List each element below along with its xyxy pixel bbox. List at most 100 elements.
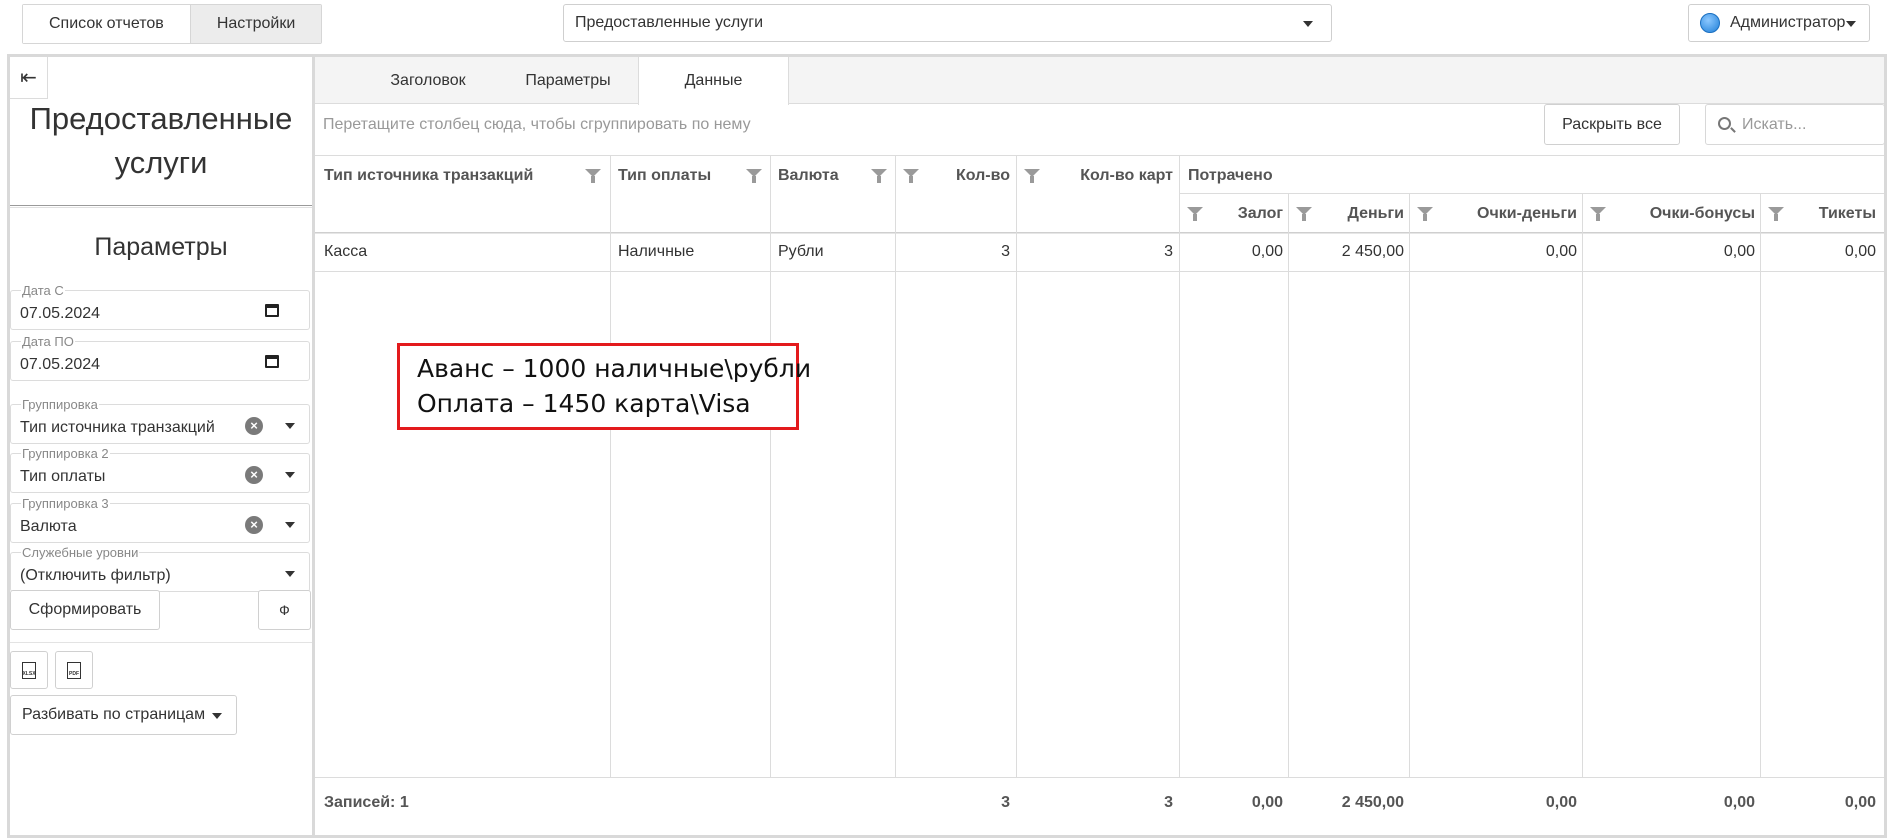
collapse-sidebar-button[interactable]: ⇤ — [10, 57, 48, 99]
xlsx-file-icon: XLSX — [22, 661, 36, 679]
column-header-points-bonus[interactable]: Очки-бонусы — [1650, 205, 1755, 223]
chevron-down-icon[interactable] — [285, 423, 295, 429]
clear-icon[interactable]: × — [245, 466, 263, 484]
column-header-card-count[interactable]: Кол-во карт — [1080, 167, 1173, 185]
clear-icon[interactable]: × — [245, 417, 263, 435]
column-header-points-money[interactable]: Очки-деньги — [1477, 205, 1577, 223]
annotation-box: Аванс – 1000 наличные\рубли Оплата – 145… — [397, 343, 811, 430]
settings-button[interactable]: Настройки — [189, 5, 322, 43]
paging-dropdown[interactable]: Разбивать по страницам — [10, 695, 237, 735]
user-avatar-icon — [1700, 13, 1720, 33]
calendar-icon[interactable] — [265, 355, 279, 368]
service-levels-label: Служебные уровни — [21, 545, 140, 560]
pdf-file-icon: PDF — [67, 661, 81, 679]
filter-icon[interactable] — [1768, 207, 1784, 221]
date-from-label: Дата С — [21, 283, 65, 298]
total-tickets: 0,00 — [1844, 794, 1876, 811]
tab-parameters[interactable]: Параметры — [498, 57, 638, 104]
tab-bar: Заголовок Параметры Данные — [315, 57, 1884, 105]
column-header-spent[interactable]: Потрачено — [1188, 167, 1273, 185]
date-from-field[interactable]: Дата С 07.05.2024 — [10, 284, 310, 330]
clear-icon[interactable]: × — [245, 516, 263, 534]
chevron-down-icon[interactable] — [285, 571, 295, 577]
grid-line — [610, 155, 611, 777]
report-list-button[interactable]: Список отчетов — [23, 5, 190, 43]
grouping2-label: Группировка 2 — [21, 446, 110, 461]
grid-line — [770, 155, 771, 777]
column-header-deposit[interactable]: Залог — [1238, 205, 1283, 223]
grid-line — [1409, 193, 1410, 777]
grid-line — [1179, 155, 1180, 777]
user-menu-button[interactable]: Администратор — [1688, 4, 1870, 42]
filter-icon[interactable] — [903, 169, 919, 183]
cell-card-count: 3 — [1164, 243, 1173, 260]
column-header-tickets[interactable]: Тикеты — [1819, 205, 1876, 223]
filter-icon[interactable] — [1417, 207, 1433, 221]
collapse-menu-icon: ⇤ — [20, 67, 37, 89]
divider — [10, 642, 312, 643]
expand-all-button[interactable]: Раскрыть все — [1544, 104, 1680, 145]
chevron-down-icon[interactable] — [285, 522, 295, 528]
filter-icon[interactable] — [1296, 207, 1312, 221]
cell-currency: Рубли — [778, 243, 824, 260]
search-box[interactable] — [1705, 104, 1885, 145]
export-pdf-button[interactable]: PDF — [55, 651, 93, 689]
search-input[interactable] — [1742, 114, 1878, 136]
total-card-count: 3 — [1164, 794, 1173, 811]
filter-icon[interactable] — [1187, 207, 1203, 221]
column-header-source-type[interactable]: Тип источника транзакций — [324, 167, 533, 185]
grouping3-select[interactable]: Группировка 3 Валюта × — [10, 497, 310, 543]
total-count: 3 — [1001, 794, 1010, 811]
grid-line — [315, 271, 1884, 272]
grid-line — [1179, 193, 1884, 194]
grid-line — [1016, 155, 1017, 777]
date-to-value: 07.05.2024 — [20, 356, 101, 373]
tab-header[interactable]: Заголовок — [358, 57, 498, 104]
grouping3-label: Группировка 3 — [21, 496, 110, 511]
cell-tickets: 0,00 — [1844, 243, 1876, 260]
filter-icon[interactable] — [585, 169, 601, 183]
cell-points-bonus: 0,00 — [1723, 243, 1755, 260]
filter-button[interactable]: Ф — [258, 590, 311, 630]
grid-line — [895, 155, 896, 777]
grid-line — [1288, 193, 1289, 777]
filter-icon[interactable] — [1590, 207, 1606, 221]
paging-label: Разбивать по страницам — [22, 706, 206, 723]
divider — [10, 205, 312, 206]
export-xlsx-button[interactable]: XLSX — [10, 651, 48, 689]
column-header-count[interactable]: Кол-во — [956, 167, 1010, 185]
tab-data[interactable]: Данные — [638, 57, 789, 105]
grouping1-select[interactable]: Группировка Тип источника транзакций × — [10, 398, 310, 444]
chevron-down-icon[interactable] — [285, 472, 295, 478]
grouping1-label: Группировка — [21, 397, 99, 412]
records-count: Записей: 1 — [324, 794, 409, 811]
grid-line — [315, 777, 1884, 778]
date-to-field[interactable]: Дата ПО 07.05.2024 — [10, 335, 310, 381]
service-levels-value: (Отключить фильтр) — [20, 567, 171, 584]
total-deposit: 0,00 — [1251, 794, 1283, 811]
filter-icon[interactable] — [1024, 169, 1040, 183]
chevron-down-icon — [1303, 21, 1313, 27]
grid-line — [1582, 193, 1583, 777]
report-select[interactable]: Предоставленные услуги — [563, 4, 1332, 42]
user-name: Администратор — [1730, 14, 1846, 31]
cell-source-type: Касса — [324, 243, 368, 260]
group-panel-hint[interactable]: Перетащите столбец сюда, чтобы сгруппиро… — [323, 116, 751, 134]
column-header-currency[interactable]: Валюта — [778, 167, 839, 185]
column-header-money[interactable]: Деньги — [1348, 205, 1405, 223]
grouping1-value: Тип источника транзакций — [20, 419, 215, 436]
service-levels-select[interactable]: Служебные уровни (Отключить фильтр) — [10, 546, 310, 592]
filter-icon[interactable] — [871, 169, 887, 183]
cell-money: 2 450,00 — [1341, 243, 1404, 260]
grouping3-value: Валюта — [20, 518, 77, 535]
date-to-label: Дата ПО — [21, 334, 75, 349]
cell-points-money: 0,00 — [1545, 243, 1577, 260]
calendar-icon[interactable] — [265, 304, 279, 317]
grid-line — [315, 155, 1884, 156]
filter-icon[interactable] — [746, 169, 762, 183]
generate-button[interactable]: Сформировать — [10, 590, 160, 630]
column-header-payment-type[interactable]: Тип оплаты — [618, 167, 711, 185]
divider — [10, 207, 312, 208]
grouping2-select[interactable]: Группировка 2 Тип оплаты × — [10, 447, 310, 493]
top-bar: Список отчетов Настройки Предоставленные… — [0, 0, 1889, 52]
